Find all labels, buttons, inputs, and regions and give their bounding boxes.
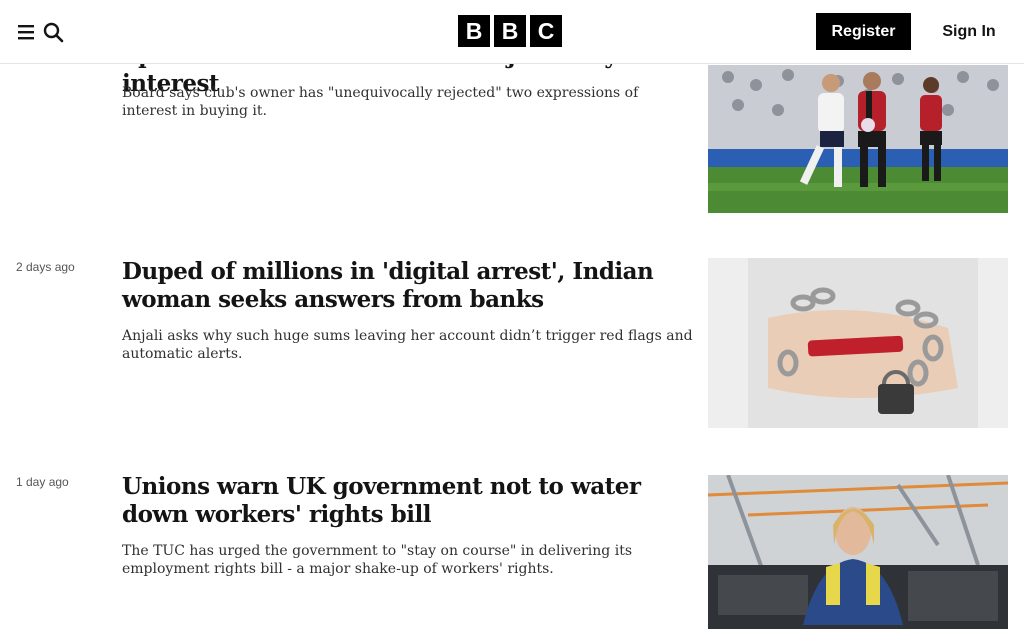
story-image-factory-worker[interactable] xyxy=(708,475,1008,629)
story-timestamp: 1 day ago xyxy=(16,475,69,489)
logo-letter-b1: B xyxy=(458,15,490,47)
logo-letter-c: C xyxy=(530,15,562,47)
menu-search-group xyxy=(16,18,66,46)
story-headline[interactable]: Unions warn UK government not to water d… xyxy=(122,473,697,529)
story-summary: Anjali asks why such huge sums leaving h… xyxy=(122,328,693,362)
story-card[interactable]: 2 days ago Duped of millions in 'digital… xyxy=(16,258,1008,450)
story-card[interactable]: Spurs 'not for sale' as owner rejects bu… xyxy=(16,40,1008,236)
menu-icon[interactable] xyxy=(16,21,38,43)
story-headline[interactable]: Duped of millions in 'digital arrest', I… xyxy=(122,258,697,314)
logo-letter-b2: B xyxy=(494,15,526,47)
bbc-logo[interactable]: B B C xyxy=(458,15,562,47)
story-card[interactable]: 1 day ago Unions warn UK government not … xyxy=(16,473,1008,629)
story-summary: Board says club's owner has "unequivocal… xyxy=(122,85,639,119)
sign-in-button[interactable]: Sign In xyxy=(928,16,1010,48)
story-summary: The TUC has urged the government to "sta… xyxy=(122,543,633,577)
story-image-football[interactable] xyxy=(708,65,1008,213)
search-icon[interactable] xyxy=(42,21,64,43)
story-image-chained-phone[interactable] xyxy=(708,258,1008,428)
register-button[interactable]: Register xyxy=(816,13,911,50)
story-timestamp: 2 days ago xyxy=(16,260,75,274)
site-header: B B C Register Sign In xyxy=(0,0,1024,64)
